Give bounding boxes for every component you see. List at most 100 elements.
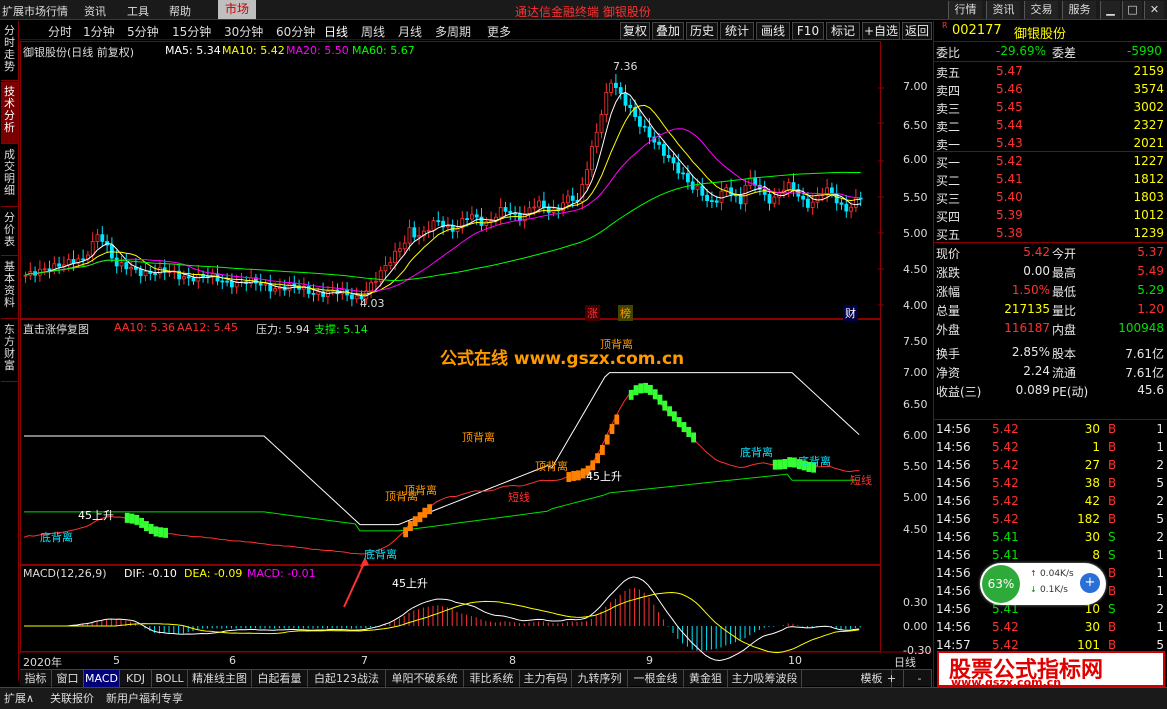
indicator-tab[interactable]: 主力有码 [520,670,572,687]
price-tick: 5.50 [903,191,928,204]
upload-arrow-icon: ↑ [1030,569,1037,578]
vtab-intraday[interactable]: 分时走势 [1,21,18,81]
quote-stat-row: 净资 2.24 流通 7.61亿 [936,364,1164,380]
back-button[interactable]: 返回 [902,22,932,40]
quote-stat-row: 涨跌 0.00 最高 5.49 [936,264,1164,280]
mark-button[interactable]: 标记 [826,22,860,40]
finance-marker[interactable]: 财 [843,305,858,321]
r-badge-icon: R [942,21,948,30]
indicator-tab[interactable]: - [908,670,932,687]
trade-button[interactable]: 交易 [1024,1,1058,19]
market-button[interactable]: 市场 [218,0,256,19]
indicator-tab[interactable]: 指标 [20,670,52,687]
period-1min[interactable]: 1分钟 [83,23,115,40]
indicator-tab[interactable]: 黄金狙 [684,670,728,687]
low-price-label: 4.03 [360,297,385,310]
related-quotes-button[interactable]: 关联报价 [50,690,94,706]
x-axis-label: 6 [229,654,236,667]
indicator-tab[interactable]: 主力吸筹波段 [728,670,802,687]
macd-tick: 0.00 [903,620,928,633]
expand-button[interactable]: 扩展∧ [4,690,34,706]
indicator-tab[interactable]: 白起123战法 [308,670,386,687]
macd-tick: 0.30 [903,596,928,609]
menu-news[interactable]: 资讯 [84,3,106,19]
period-timeshare[interactable]: 分时 [48,23,72,40]
draw-line-button[interactable]: 画线 [756,22,790,40]
quote-button[interactable]: 行情 [948,1,982,19]
vtab-trades[interactable]: 成交明细 [1,145,18,207]
ad-url: www.gszx.com.cn [951,676,1062,689]
x-axis-label: 8 [509,654,516,667]
trade-tick-row: 14:56 5.41 30 S 2 [936,530,1164,544]
ad-banner[interactable]: 股票公式指标网 www.gszx.com.cn [937,651,1165,689]
new-user-benefits-button[interactable]: 新用户福利专享 [106,690,183,706]
period-monthly[interactable]: 月线 [398,23,422,40]
trade-tick-row: 14:56 5.42 42 B 2 [936,494,1164,508]
ma60-label: MA60: 5.67 [352,44,415,57]
trade-tick-row: 14:56 5.42 30 B 1 [936,422,1164,436]
macd-dif: DIF: -0.10 [124,567,177,580]
ind-tick: 7.50 [903,335,928,348]
adjust-button[interactable]: 复权 [620,22,650,40]
indicator-tab[interactable]: 九转序列 [572,670,628,687]
maximize-icon[interactable]: □ [1122,1,1142,19]
statistics-button[interactable]: 统计 [720,22,754,40]
period-5min[interactable]: 5分钟 [127,23,159,40]
indicator-tab[interactable]: 单阳不破系统 [386,670,464,687]
period-multi[interactable]: 多周期 [435,23,471,40]
high-price-label: 7.36 [613,60,638,73]
vtab-price-distribution[interactable]: 分价表 [1,208,18,256]
speed-percent: 63% [982,565,1020,603]
close-icon[interactable]: ✕ [1144,1,1164,19]
ind-tick: 7.00 [903,366,928,379]
f10-button[interactable]: F10 [792,22,824,40]
network-speed-widget[interactable]: 63% ↑ 0.04K/s ↓ 0.1K/s + [980,563,1106,605]
main-chart-title: 御银股份(日线 前复权) [23,46,135,59]
period-more[interactable]: 更多 [487,23,511,40]
indicator-tab[interactable]: 窗口 [52,670,84,687]
add-icon[interactable]: + [1080,573,1100,593]
ind-tick: 5.00 [903,491,928,504]
period-weekly[interactable]: 周线 [361,23,385,40]
bid-level: 买五 5.38 1239 [936,226,1164,242]
indicator-tab[interactable]: 精准线主图 [188,670,252,687]
service-button[interactable]: 服务 [1062,1,1096,19]
macd-histogram [24,576,861,662]
period-60min[interactable]: 60分钟 [276,23,315,40]
period-15min[interactable]: 15分钟 [172,23,211,40]
price-tick: 6.50 [903,119,928,132]
period-toolbar: 分时 1分钟 5分钟 15分钟 30分钟 60分钟 日线 周线 月线 多周期 更… [20,21,932,40]
indicator-tab[interactable]: 一根金线 [628,670,684,687]
x-axis-label: 5 [113,654,120,667]
ask-level: 卖三 5.45 3002 [936,100,1164,116]
ask-level: 卖四 5.46 3574 [936,82,1164,98]
overlay-button[interactable]: 叠加 [652,22,684,40]
vtab-eastmoney[interactable]: 东方财富 [1,320,18,382]
period-daily[interactable]: 日线 [324,23,348,40]
indicator-tab[interactable]: MACD [84,670,120,687]
vtab-fundamentals[interactable]: 基本资料 [1,257,18,319]
indicator-tab[interactable]: + [880,670,904,687]
macd-value: MACD: -0.01 [247,567,316,580]
ind-tick: 4.50 [903,523,928,536]
indicator-tab[interactable]: KDJ [120,670,152,687]
menu-tools[interactable]: 工具 [127,3,149,19]
add-watchlist-button[interactable]: +自选 [862,22,900,40]
minimize-icon[interactable]: ▁ [1100,1,1120,19]
indicator-tab[interactable]: BOLL [152,670,188,687]
x-axis-label: 7 [361,654,368,667]
history-button[interactable]: 历史 [686,22,718,40]
macd-title: MACD(12,26,9) [23,567,107,580]
limit-up-marker[interactable]: 涨 [585,305,600,321]
download-arrow-icon: ↓ [1030,585,1037,594]
annotation-short-term: 短线 [850,474,872,487]
ranking-marker[interactable]: 榜 [618,305,633,321]
vtab-technical[interactable]: 技术分析 [1,82,18,144]
indicator-tab[interactable]: 白起看量 [252,670,308,687]
news-button[interactable]: 资讯 [986,1,1020,19]
indicator-tab[interactable]: 菲比系统 [464,670,520,687]
menu-extended-market[interactable]: 扩展市场行情 [2,3,68,19]
menu-help[interactable]: 帮助 [169,3,191,19]
period-30min[interactable]: 30分钟 [224,23,263,40]
period-indicator: 日线 [894,656,916,669]
